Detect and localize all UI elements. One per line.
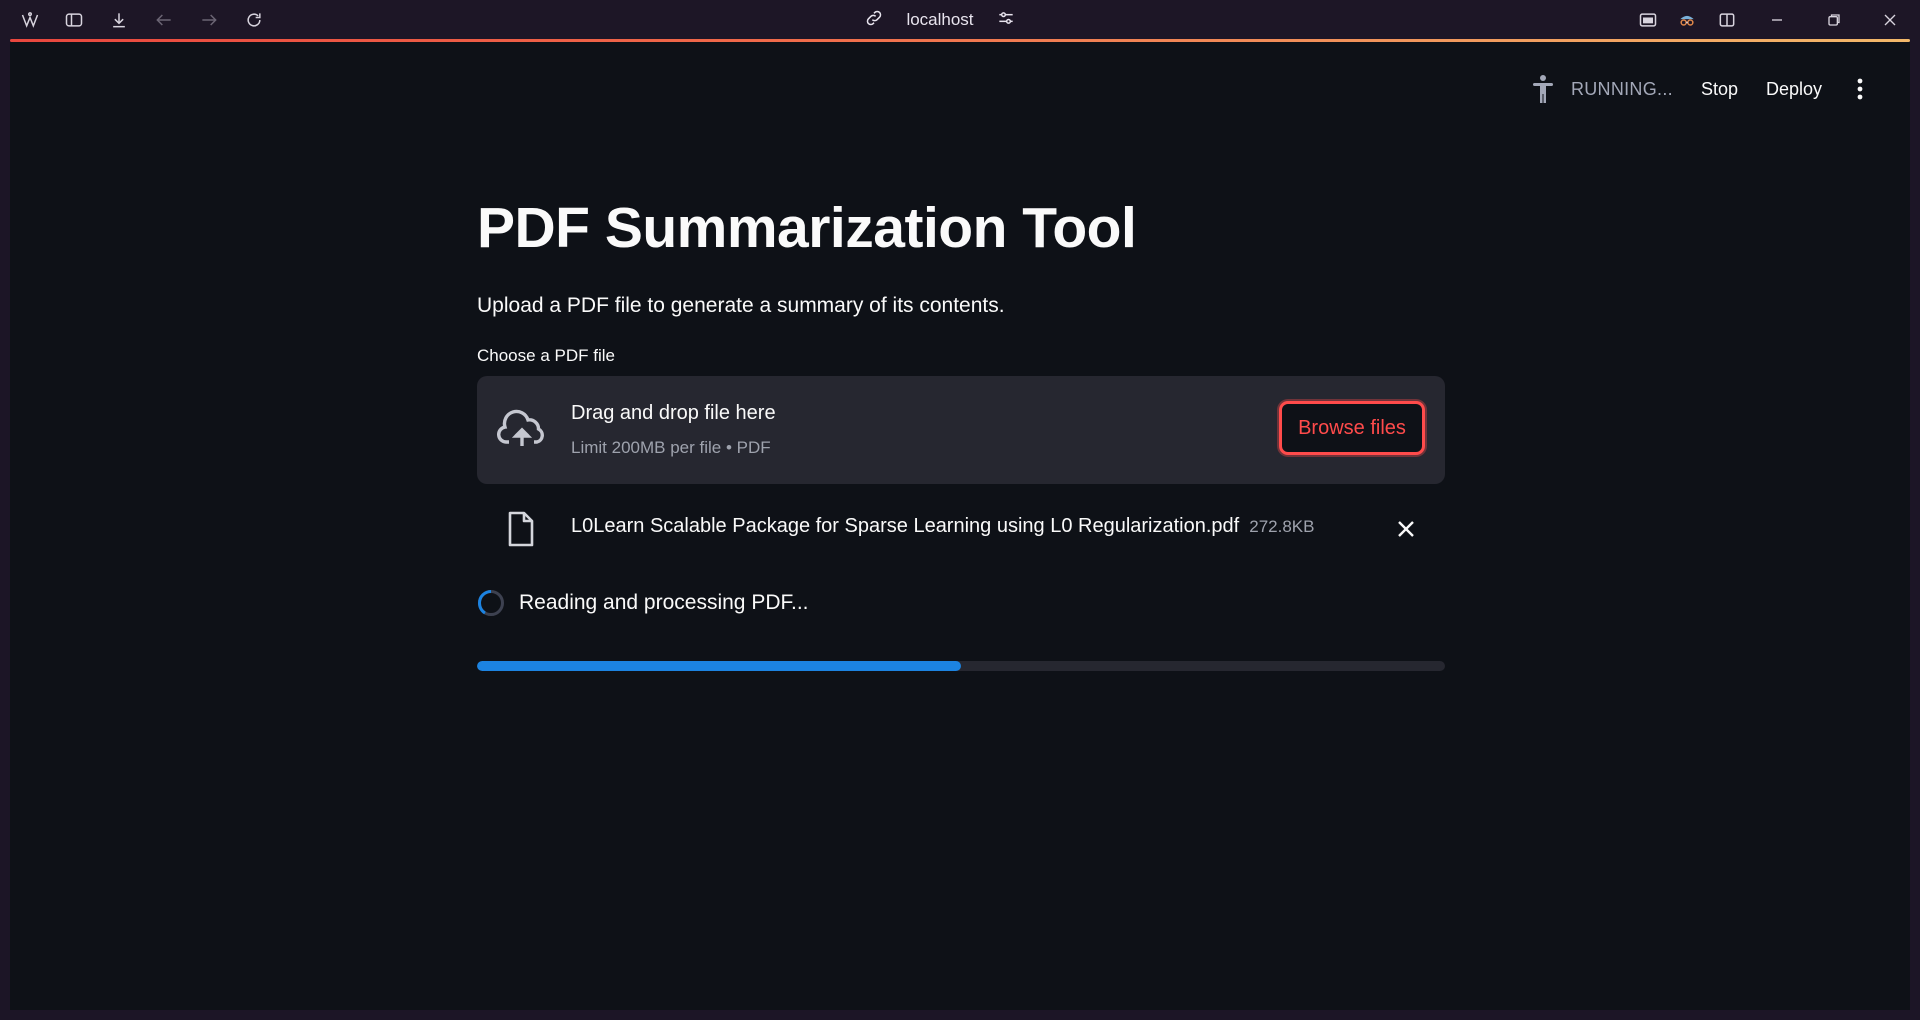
close-icon[interactable] xyxy=(1870,0,1910,40)
page-title: PDF Summarization Tool xyxy=(477,196,1137,260)
file-name-text: L0Learn Scalable Package for Sparse Lear… xyxy=(571,515,1240,537)
restore-icon[interactable] xyxy=(1814,0,1854,40)
link-icon xyxy=(864,8,884,33)
site-settings-icon[interactable] xyxy=(996,8,1016,33)
spinner-icon xyxy=(477,590,504,616)
remove-file-icon[interactable] xyxy=(1391,514,1421,544)
progress-bar-fill xyxy=(477,661,961,671)
download-icon[interactable] xyxy=(99,0,139,40)
browse-files-button[interactable]: Browse files xyxy=(1279,401,1425,455)
app-logo-icon[interactable] xyxy=(10,0,50,40)
progress-bar xyxy=(477,661,1445,671)
app-viewport: RUNNING... Stop Deploy PDF Summarization… xyxy=(10,42,1910,1010)
forward-arrow-icon[interactable] xyxy=(189,0,229,40)
running-label: RUNNING... xyxy=(1570,78,1673,99)
file-dropzone[interactable]: Drag and drop file here Limit 200MB per … xyxy=(477,376,1445,484)
file-icon xyxy=(508,511,534,547)
address-bar[interactable]: localhost xyxy=(860,0,1020,40)
cloud-upload-icon xyxy=(497,409,544,446)
dropzone-limit: Limit 200MB per file • PDF xyxy=(571,438,771,457)
back-arrow-icon[interactable] xyxy=(144,0,184,40)
main-content: PDF Summarization Tool Upload a PDF file… xyxy=(477,192,1445,671)
app-header: RUNNING... Stop Deploy xyxy=(1529,72,1870,106)
incognito-icon[interactable] xyxy=(1667,0,1707,40)
file-size: 272.8KB xyxy=(1249,517,1315,536)
file-name: L0Learn Scalable Package for Sparse Lear… xyxy=(571,515,1314,538)
running-status: RUNNING... xyxy=(1529,73,1673,105)
main-menu-icon[interactable] xyxy=(1850,74,1870,104)
sidebar-toggle-icon[interactable] xyxy=(54,0,94,40)
processing-status: Reading and processing PDF... xyxy=(477,570,1445,636)
minimize-icon[interactable] xyxy=(1757,0,1797,40)
url-text[interactable]: localhost xyxy=(906,10,973,30)
reload-icon[interactable] xyxy=(234,0,274,40)
split-view-icon[interactable] xyxy=(1707,0,1747,40)
uploader-label: Choose a PDF file xyxy=(477,346,615,365)
deploy-button[interactable]: Deploy xyxy=(1766,79,1822,100)
uploaded-file-row: L0Learn Scalable Package for Sparse Lear… xyxy=(477,484,1445,570)
reader-icon[interactable] xyxy=(1628,0,1668,40)
running-person-icon xyxy=(1532,75,1553,103)
browser-toolbar: localhost xyxy=(0,0,1920,40)
processing-text: Reading and processing PDF... xyxy=(519,591,809,614)
page-subtitle: Upload a PDF file to generate a summary … xyxy=(477,294,1005,317)
dropzone-title: Drag and drop file here xyxy=(571,402,776,424)
stop-button[interactable]: Stop xyxy=(1701,79,1738,100)
